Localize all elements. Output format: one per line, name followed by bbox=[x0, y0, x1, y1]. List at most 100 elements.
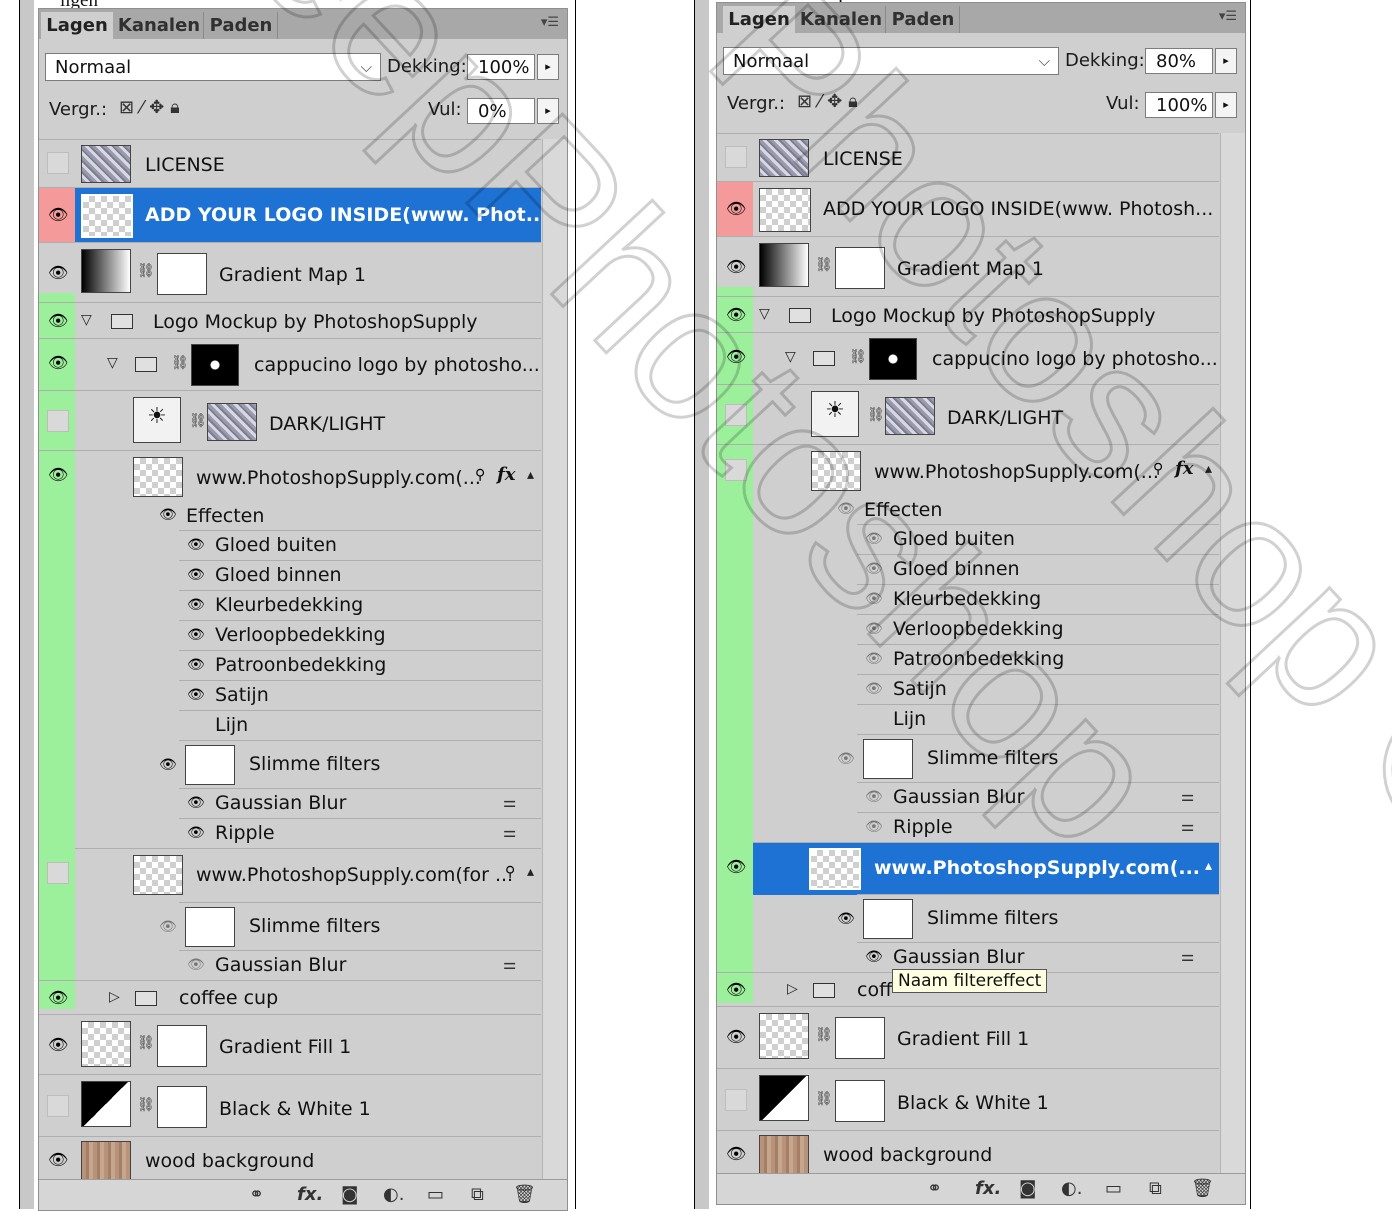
filter-row[interactable]: 👁︎ Gaussian Blur ⚌ bbox=[179, 950, 541, 981]
blend-options-icon[interactable]: ⚌ bbox=[503, 955, 516, 973]
visibility-off[interactable] bbox=[725, 146, 747, 168]
visibility-off[interactable] bbox=[725, 404, 747, 426]
fill-input[interactable]: 0% bbox=[467, 98, 535, 124]
layer-row-smart-object-1[interactable]: 👁︎ www.PhotoshopSupply.com(... ⚲ fx ▴ bbox=[39, 450, 541, 505]
filter-row[interactable]: 👁︎ Ripple ⚌ bbox=[857, 812, 1219, 843]
layer-row-dark-light[interactable]: ☀︎ ⛓ DARK/LIGHT bbox=[39, 390, 541, 451]
fx-icon[interactable]: fx bbox=[1175, 458, 1193, 479]
layer-row-group-logo-mockup[interactable]: 👁︎ ▽ Logo Mockup by PhotoshopSupply bbox=[39, 302, 541, 339]
collapse-arrow-icon[interactable]: ▴ bbox=[527, 864, 534, 880]
link-icon[interactable]: ⛓ bbox=[815, 257, 833, 273]
eye-icon[interactable]: 👁︎ bbox=[187, 657, 205, 673]
eye-icon[interactable]: 👁︎ bbox=[865, 561, 883, 577]
layer-row-gradient-fill[interactable]: 👁︎ ⛓ Gradient Fill 1 bbox=[717, 1006, 1219, 1069]
expand-triangle-icon[interactable]: ▷ bbox=[787, 981, 798, 997]
visibility-off[interactable] bbox=[47, 862, 69, 884]
eye-icon[interactable]: 👁︎ bbox=[837, 501, 855, 517]
fx-icon[interactable]: fx. bbox=[975, 1178, 1001, 1199]
effect-row[interactable]: Lijn bbox=[857, 704, 1219, 735]
new-group-icon[interactable]: ▭ bbox=[1105, 1178, 1122, 1199]
layer-row-smart-object-2[interactable]: www.PhotoshopSupply.com(for ... ⚲ ▴ bbox=[47, 848, 541, 903]
visibility-off[interactable] bbox=[47, 152, 69, 174]
trash-icon[interactable]: 🗑︎ bbox=[513, 1184, 536, 1205]
effect-row[interactable]: 👁︎ Verloopbedekking bbox=[857, 614, 1219, 645]
link-layers-icon[interactable]: ⚭ bbox=[927, 1178, 942, 1199]
eye-icon[interactable]: 👁︎ bbox=[865, 949, 883, 965]
new-layer-icon[interactable]: ⧉ bbox=[471, 1184, 484, 1205]
layer-row-black-white[interactable]: ⛓ Black & White 1 bbox=[39, 1074, 541, 1137]
link-icon[interactable]: ⛓ bbox=[815, 1027, 833, 1043]
eye-icon[interactable]: 👁︎ bbox=[187, 537, 205, 553]
link-icon[interactable]: ⛓ bbox=[137, 263, 155, 279]
layers-scrollbar[interactable] bbox=[1220, 133, 1245, 1174]
eye-icon[interactable]: 👁︎ bbox=[159, 507, 177, 523]
layer-row-license[interactable]: LICENSE bbox=[717, 133, 1219, 182]
smart-filters-row[interactable]: 👁︎ Slimme filters bbox=[837, 734, 1219, 783]
smart-filters-row[interactable]: 👁︎ Slimme filters bbox=[159, 740, 541, 789]
expand-triangle-icon[interactable]: ▽ bbox=[785, 349, 796, 365]
adjustment-layer-icon[interactable]: ◐. bbox=[383, 1184, 404, 1205]
link-icon[interactable]: ⛓ bbox=[815, 1091, 833, 1107]
eye-icon[interactable]: 👁︎ bbox=[187, 795, 205, 811]
effect-row[interactable]: 👁︎ Verloopbedekking bbox=[179, 620, 541, 651]
filter-row[interactable]: 👁︎ Gaussian Blur ⚌ bbox=[179, 788, 541, 819]
visibility-off[interactable] bbox=[725, 1089, 747, 1111]
new-layer-icon[interactable]: ⧉ bbox=[1149, 1178, 1162, 1199]
effect-row[interactable]: 👁︎ Gloed binnen bbox=[179, 560, 541, 591]
link-icon[interactable]: ⛓ bbox=[137, 1097, 155, 1113]
fill-arrow-icon[interactable]: ▸ bbox=[1215, 92, 1237, 118]
collapse-arrow-icon[interactable]: ▴ bbox=[527, 467, 534, 483]
opacity-input[interactable]: 100% bbox=[467, 54, 535, 80]
lock-icons[interactable]: ⊠⁄✥🔒︎ bbox=[797, 91, 864, 112]
eye-icon[interactable]: 👁︎ bbox=[837, 911, 855, 927]
visibility-off[interactable] bbox=[47, 410, 69, 432]
eye-icon[interactable]: 👁︎ bbox=[726, 257, 746, 276]
eye-icon[interactable]: 👁︎ bbox=[48, 263, 68, 282]
lock-icons[interactable]: ⊠⁄✥🔒︎ bbox=[119, 97, 186, 118]
opacity-arrow-icon[interactable]: ▸ bbox=[1215, 48, 1237, 74]
eye-icon[interactable]: 👁︎ bbox=[837, 751, 855, 767]
effect-row[interactable]: 👁︎ Satijn bbox=[179, 680, 541, 711]
collapse-arrow-icon[interactable]: ▴ bbox=[1205, 858, 1212, 874]
blend-options-icon[interactable]: ⚌ bbox=[1181, 787, 1194, 805]
tab-lagen[interactable]: Lagen bbox=[723, 6, 795, 33]
expand-triangle-icon[interactable]: ▽ bbox=[81, 312, 92, 328]
opacity-arrow-icon[interactable]: ▸ bbox=[537, 54, 559, 80]
fx-icon[interactable]: fx. bbox=[297, 1184, 323, 1205]
layer-row-group-cappucino[interactable]: 👁︎ ▽ ⛓ cappucino logo by photosho... bbox=[717, 332, 1219, 385]
link-icon[interactable]: ⛓ bbox=[171, 355, 189, 371]
effect-row[interactable]: 👁︎ Patroonbedekking bbox=[179, 650, 541, 681]
effect-row[interactable]: 👁︎ Kleurbedekking bbox=[179, 590, 541, 621]
eye-icon[interactable]: 👁︎ bbox=[726, 980, 746, 999]
layer-row-gradient-map[interactable]: 👁︎ ⛓ Gradient Map 1 bbox=[717, 236, 1219, 297]
layer-row-dark-light[interactable]: ☀︎ ⛓ DARK/LIGHT bbox=[717, 384, 1219, 445]
layers-scrollbar[interactable] bbox=[542, 139, 567, 1180]
fx-icon[interactable]: fx bbox=[497, 464, 515, 485]
layer-row-license[interactable]: LICENSE bbox=[39, 139, 541, 188]
blend-options-icon[interactable]: ⚌ bbox=[503, 793, 516, 811]
tab-paden[interactable]: Paden bbox=[205, 12, 278, 39]
trash-icon[interactable]: 🗑︎ bbox=[1191, 1178, 1214, 1199]
effect-row[interactable]: 👁︎ Gloed buiten bbox=[179, 530, 541, 561]
effect-row[interactable]: 👁︎ Satijn bbox=[857, 674, 1219, 705]
effect-row[interactable]: 👁︎ Patroonbedekking bbox=[857, 644, 1219, 675]
eye-icon[interactable]: 👁︎ bbox=[48, 311, 68, 330]
eye-icon[interactable]: 👁︎ bbox=[159, 757, 177, 773]
tab-paden[interactable]: Paden bbox=[887, 6, 960, 33]
effect-row[interactable]: 👁︎ Gloed buiten bbox=[857, 524, 1219, 555]
link-layers-icon[interactable]: ⚭ bbox=[249, 1184, 264, 1205]
layer-row-smart-object-1[interactable]: www.PhotoshopSupply.com(... ⚲ fx ▴ bbox=[717, 444, 1219, 499]
fill-arrow-icon[interactable]: ▸ bbox=[537, 98, 559, 124]
layer-row-gradient-fill[interactable]: 👁︎ ⛓ Gradient Fill 1 bbox=[39, 1014, 541, 1075]
expand-triangle-icon[interactable]: ▷ bbox=[109, 989, 120, 1005]
blend-options-icon[interactable]: ⚌ bbox=[503, 823, 516, 841]
eye-icon[interactable]: 👁︎ bbox=[726, 1027, 746, 1046]
adjustment-layer-icon[interactable]: ◐. bbox=[1061, 1178, 1082, 1199]
layer-row-group-cappucino[interactable]: 👁︎ ▽ ⛓ cappucino logo by photosho... bbox=[39, 338, 541, 391]
eye-icon[interactable]: 👁︎ bbox=[865, 621, 883, 637]
layer-row-logo-inside[interactable]: 👁︎ ADD YOUR LOGO INSIDE(www. Photosh... bbox=[717, 181, 1219, 237]
eye-icon[interactable]: 👁︎ bbox=[187, 597, 205, 613]
eye-icon[interactable]: 👁︎ bbox=[48, 465, 68, 484]
opacity-input[interactable]: 80% bbox=[1145, 48, 1213, 74]
eye-icon[interactable]: 👁︎ bbox=[865, 789, 883, 805]
